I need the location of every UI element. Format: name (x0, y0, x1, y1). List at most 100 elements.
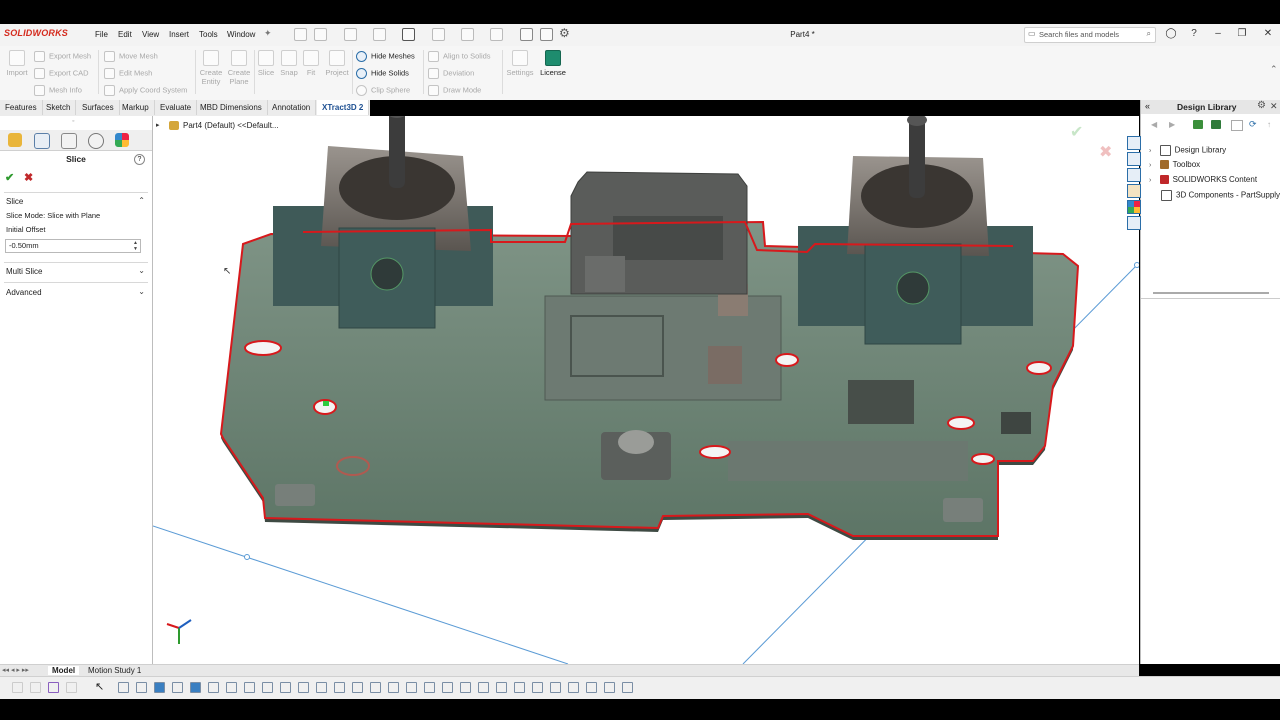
create-entity-button[interactable]: Create Entity (199, 50, 223, 86)
ok-check-icon[interactable]: ✔ (5, 171, 14, 184)
search-icon[interactable]: ⌕ (1147, 29, 1151, 39)
spin-arrows-icon[interactable]: ▲ ▼ (133, 240, 138, 252)
draw-mode-button[interactable]: Draw Mode (428, 85, 481, 96)
tab-surfaces[interactable]: Surfaces (77, 100, 120, 115)
point-filter-icon[interactable] (280, 682, 291, 693)
block-filter-icon[interactable] (496, 682, 507, 693)
tree-item-3d-components[interactable]: 3D Components - PartSupply (1149, 190, 1280, 201)
project-button[interactable]: Project (323, 50, 351, 77)
export-mesh-button[interactable]: Export Mesh (34, 51, 91, 62)
double-chevron-icon[interactable]: « (1145, 101, 1150, 111)
up-icon[interactable]: ↑ (1267, 120, 1271, 129)
help-icon[interactable]: ? (134, 154, 145, 165)
new-document-icon[interactable] (314, 28, 327, 41)
license-button[interactable]: License (538, 50, 568, 77)
align-to-solids-button[interactable]: Align to Solids (428, 51, 491, 62)
chevron-up-icon[interactable]: ⌃ (138, 196, 145, 205)
close-icon[interactable]: ✕ (1270, 101, 1278, 112)
tree-item-design-library[interactable]: › Design Library (1149, 145, 1226, 156)
design-library-icon[interactable] (1127, 152, 1141, 166)
view-palette-icon[interactable] (1127, 184, 1141, 198)
panel-grip-icon[interactable]: ◦ (72, 118, 74, 125)
create-plane-button[interactable]: Create Plane (227, 50, 251, 86)
dimxpert-tab-icon[interactable] (88, 133, 104, 149)
filter-icon[interactable] (66, 682, 77, 693)
refresh-icon[interactable]: ⟳ (1249, 119, 1257, 130)
open-icon[interactable] (344, 28, 357, 41)
tab-sketch[interactable]: Sketch (41, 100, 77, 115)
back-icon[interactable]: ◀ (1151, 120, 1157, 129)
plane-handle[interactable] (244, 554, 250, 560)
weld-filter-icon[interactable] (388, 682, 399, 693)
confirm-check-icon[interactable]: ✔ (1070, 122, 1083, 142)
file-properties-icon[interactable] (540, 28, 553, 41)
plane-filter-icon[interactable] (244, 682, 255, 693)
snap-line-icon[interactable] (136, 682, 147, 693)
save-icon[interactable] (373, 28, 386, 41)
face-filter-icon[interactable] (154, 682, 165, 693)
sketch-filter-icon[interactable] (298, 682, 309, 693)
pin-icon[interactable]: ✦ (264, 28, 272, 39)
minimize-icon[interactable]: – (1211, 27, 1225, 41)
gear-icon[interactable]: ⚙ (1257, 100, 1266, 111)
add-location-icon[interactable] (1193, 120, 1203, 129)
home-icon[interactable] (1127, 136, 1141, 150)
forward-icon[interactable]: ▶ (1169, 120, 1175, 129)
move-mesh-button[interactable]: Move Mesh (104, 51, 158, 62)
tab-model[interactable]: Model (48, 666, 80, 675)
cancel-x-icon[interactable]: ✖ (24, 171, 33, 184)
rebuild-icon[interactable] (520, 28, 533, 41)
export-cad-button[interactable]: Export CAD (34, 68, 89, 79)
confirm-cancel-icon[interactable]: ✖ (1099, 142, 1112, 162)
datum-filter-icon[interactable] (406, 682, 417, 693)
feature-manager-tab-icon[interactable] (8, 133, 22, 147)
select-icon[interactable] (490, 28, 503, 41)
menu-edit[interactable]: Edit (118, 30, 132, 39)
section-advanced-title[interactable]: Advanced (6, 288, 42, 297)
appearances-icon[interactable] (1127, 200, 1141, 214)
balloon-filter-icon[interactable] (478, 682, 489, 693)
gear-icon[interactable]: ⚙ (559, 26, 570, 40)
facet-filter-icon[interactable] (586, 682, 597, 693)
center-mark-icon[interactable] (532, 682, 543, 693)
create-folder-icon[interactable] (1231, 120, 1243, 131)
mesh-filter-icon[interactable] (568, 682, 579, 693)
undo-icon[interactable] (432, 28, 445, 41)
fin-filter-icon[interactable] (604, 682, 615, 693)
gtol-filter-icon[interactable] (442, 682, 453, 693)
fit-button[interactable]: Fit (302, 50, 320, 77)
solid-filter-icon[interactable] (190, 682, 201, 693)
section-multi-slice-title[interactable]: Multi Slice (6, 267, 42, 276)
display-manager-tab-icon[interactable] (115, 133, 129, 147)
restore-icon[interactable]: ❐ (1235, 27, 1249, 41)
filter-icon[interactable] (30, 682, 41, 693)
menu-insert[interactable]: Insert (169, 30, 189, 39)
tab-markup[interactable]: Markup (117, 100, 155, 115)
dimension-filter-icon[interactable] (352, 682, 363, 693)
menu-file[interactable]: File (95, 30, 108, 39)
slice-button[interactable]: Slice (256, 50, 276, 77)
initial-offset-spinbox[interactable]: -0.50mm ▲ ▼ (5, 239, 141, 253)
plane-handle[interactable] (1134, 262, 1140, 268)
redo-icon[interactable] (461, 28, 474, 41)
select-cursor-icon[interactable]: ↖ (95, 680, 104, 693)
clip-sphere-button[interactable]: Clip Sphere (356, 85, 410, 96)
snap-button[interactable]: Snap (279, 50, 299, 77)
axis-filter-icon[interactable] (262, 682, 273, 693)
tab-motion-study[interactable]: Motion Study 1 (84, 666, 145, 675)
tab-mbd-dimensions[interactable]: MBD Dimensions (195, 100, 268, 115)
property-manager-tab-icon[interactable] (34, 133, 50, 149)
chevron-down-icon[interactable]: ⌄ (138, 287, 145, 296)
tree-item-toolbox[interactable]: › Toolbox (1149, 160, 1200, 170)
help-icon[interactable]: ? (1187, 27, 1201, 41)
hide-meshes-button[interactable]: Hide Meshes (356, 51, 415, 62)
origin-filter-icon[interactable] (316, 682, 327, 693)
menu-tools[interactable]: Tools (199, 30, 218, 39)
edge-filter-icon[interactable] (208, 682, 219, 693)
apply-coord-system-button[interactable]: Apply Coord System (104, 85, 187, 96)
menu-view[interactable]: View (142, 30, 159, 39)
feature-tree-root[interactable]: Part4 (Default) <<Default... (183, 121, 279, 130)
body-filter-icon[interactable] (172, 682, 183, 693)
close-icon[interactable]: ✕ (1261, 27, 1275, 41)
tree-item-solidworks-content[interactable]: › SOLIDWORKS Content (1149, 175, 1257, 185)
